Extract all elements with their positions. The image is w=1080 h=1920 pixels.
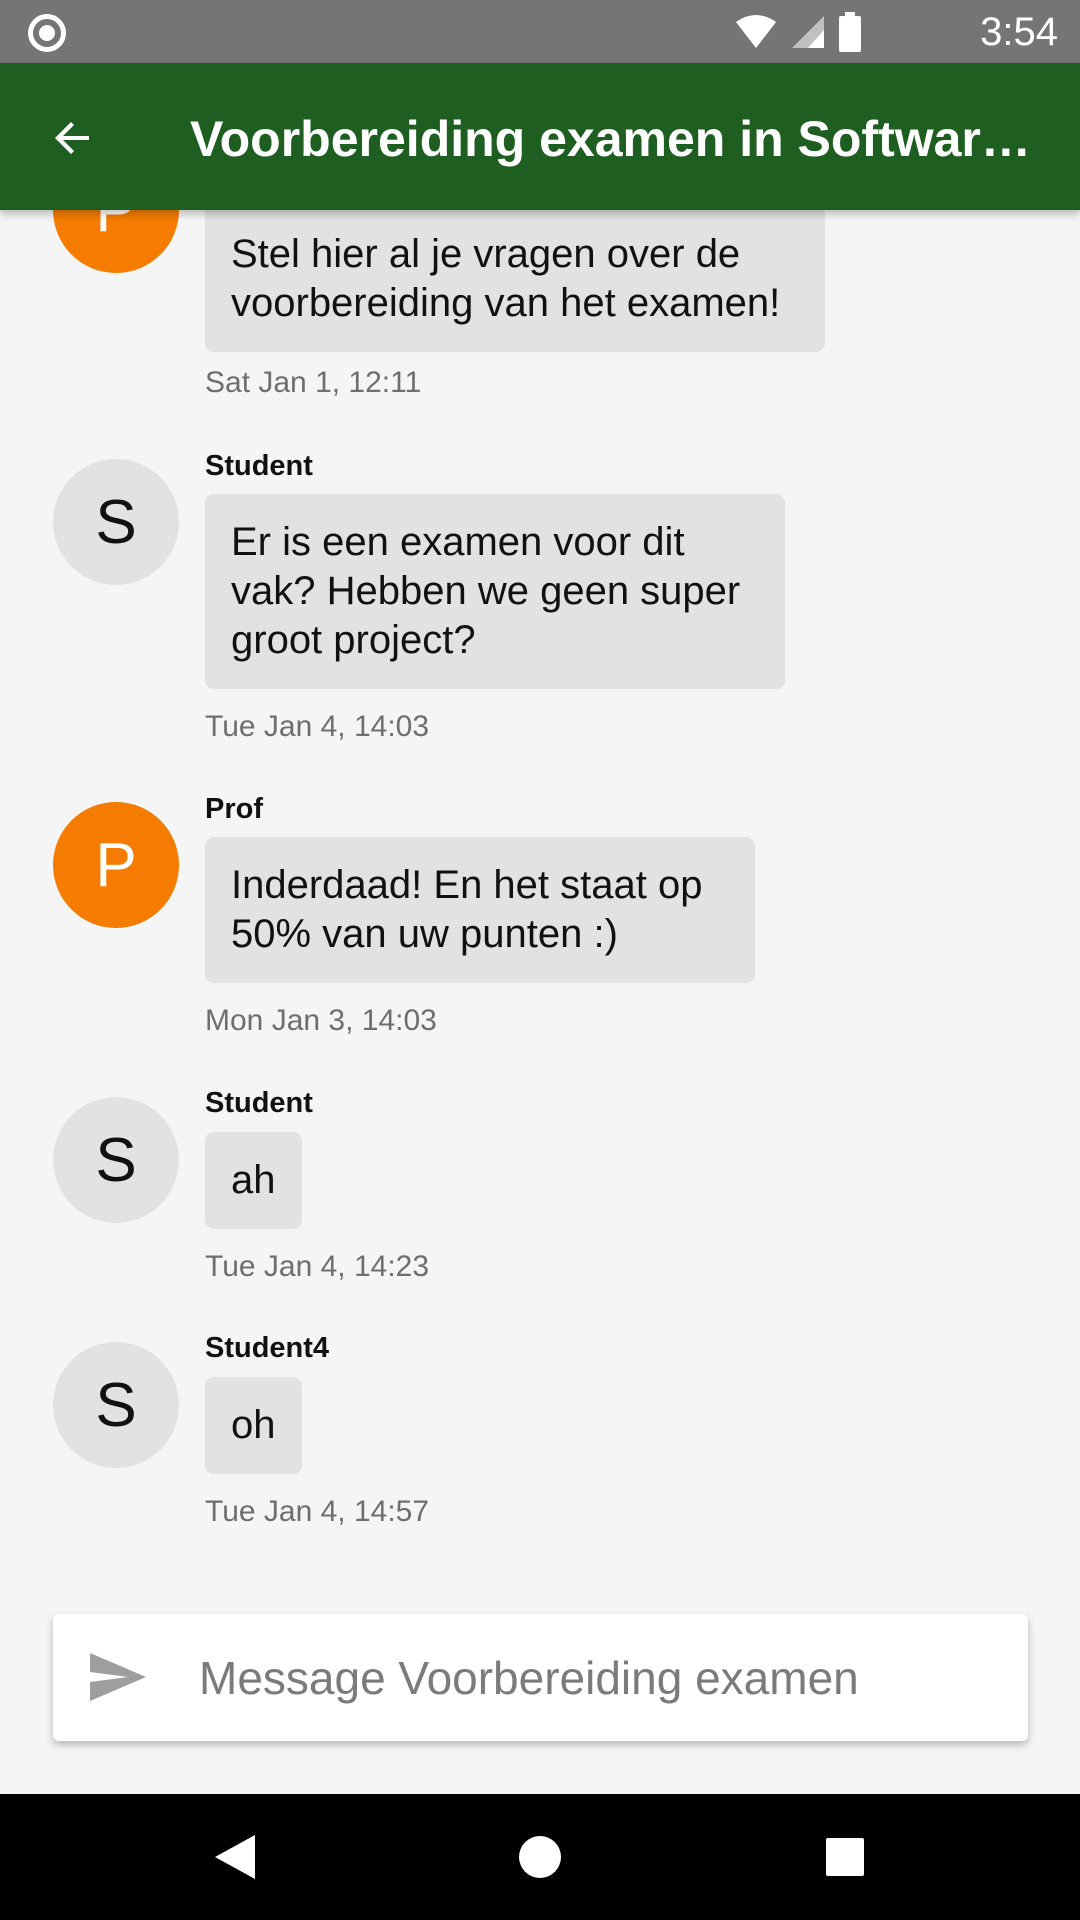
avatar-letter: P: [95, 210, 137, 245]
arrow-left-icon: [55, 122, 89, 154]
message-timestamp: Mon Jan 3, 14:03: [205, 1004, 437, 1037]
home-circle-icon: [519, 1836, 561, 1878]
message-timestamp: Sat Jan 1, 12:11: [205, 366, 422, 399]
record-icon: [28, 14, 66, 52]
app-bar: Voorbereiding examen in Software...: [0, 63, 1080, 210]
message-text: Inderdaad! En het staat op 50% van uw pu…: [231, 863, 703, 956]
nav-recents-button[interactable]: [815, 1827, 875, 1887]
message-timestamp: Tue Jan 4, 14:57: [205, 1495, 430, 1528]
message-bubble[interactable]: ah: [205, 1132, 302, 1229]
status-icons: [734, 12, 862, 52]
message-timestamp: Tue Jan 4, 14:23: [205, 1250, 430, 1283]
message-timestamp: Tue Jan 4, 14:03: [205, 710, 430, 743]
page-title: Voorbereiding examen in Software...: [190, 111, 1050, 167]
nav-home-button[interactable]: [510, 1827, 570, 1887]
message-bubble[interactable]: Stel hier al je vragen over de voorberei…: [205, 210, 825, 352]
message-bubble[interactable]: Inderdaad! En het staat op 50% van uw pu…: [205, 837, 755, 983]
message-sender: Prof: [205, 793, 263, 825]
message-text: ah: [231, 1158, 276, 1202]
nav-back-button[interactable]: [205, 1827, 265, 1887]
status-time: 3:54: [980, 10, 1058, 54]
navigation-bar: [0, 1794, 1080, 1920]
signal-icon: [792, 16, 824, 48]
message-list[interactable]: P Stel hier al je vragen over de voorber…: [0, 210, 1080, 1590]
avatar-letter: S: [95, 1125, 137, 1195]
message-sender: Student4: [205, 1332, 330, 1364]
recents-square-icon: [826, 1838, 864, 1876]
message-sender: Student: [205, 1087, 313, 1119]
avatar-letter: P: [95, 830, 137, 900]
message-text: Stel hier al je vragen over de voorberei…: [231, 232, 781, 325]
status-bar: 3:54: [0, 0, 1080, 63]
send-icon: [90, 1653, 146, 1701]
wifi-icon: [736, 15, 776, 48]
avatar[interactable]: S: [53, 459, 179, 585]
message-composer: [53, 1614, 1028, 1741]
message-bubble[interactable]: oh: [205, 1377, 302, 1474]
message-text: oh: [231, 1403, 276, 1447]
avatar[interactable]: S: [53, 1342, 179, 1468]
message-input[interactable]: [199, 1638, 999, 1718]
message-text: Er is een examen voor dit vak? Hebben we…: [231, 520, 741, 662]
message-bubble[interactable]: Er is een examen voor dit vak? Hebben we…: [205, 494, 785, 689]
avatar[interactable]: S: [53, 1097, 179, 1223]
avatar[interactable]: P: [53, 210, 179, 273]
back-triangle-icon: [215, 1835, 255, 1879]
back-button[interactable]: [38, 103, 108, 173]
battery-icon: [839, 12, 861, 52]
send-button[interactable]: [83, 1642, 153, 1712]
avatar-letter: S: [95, 487, 137, 557]
avatar[interactable]: P: [53, 802, 179, 928]
avatar-letter: S: [95, 1370, 137, 1440]
message-sender: Student: [205, 450, 313, 482]
